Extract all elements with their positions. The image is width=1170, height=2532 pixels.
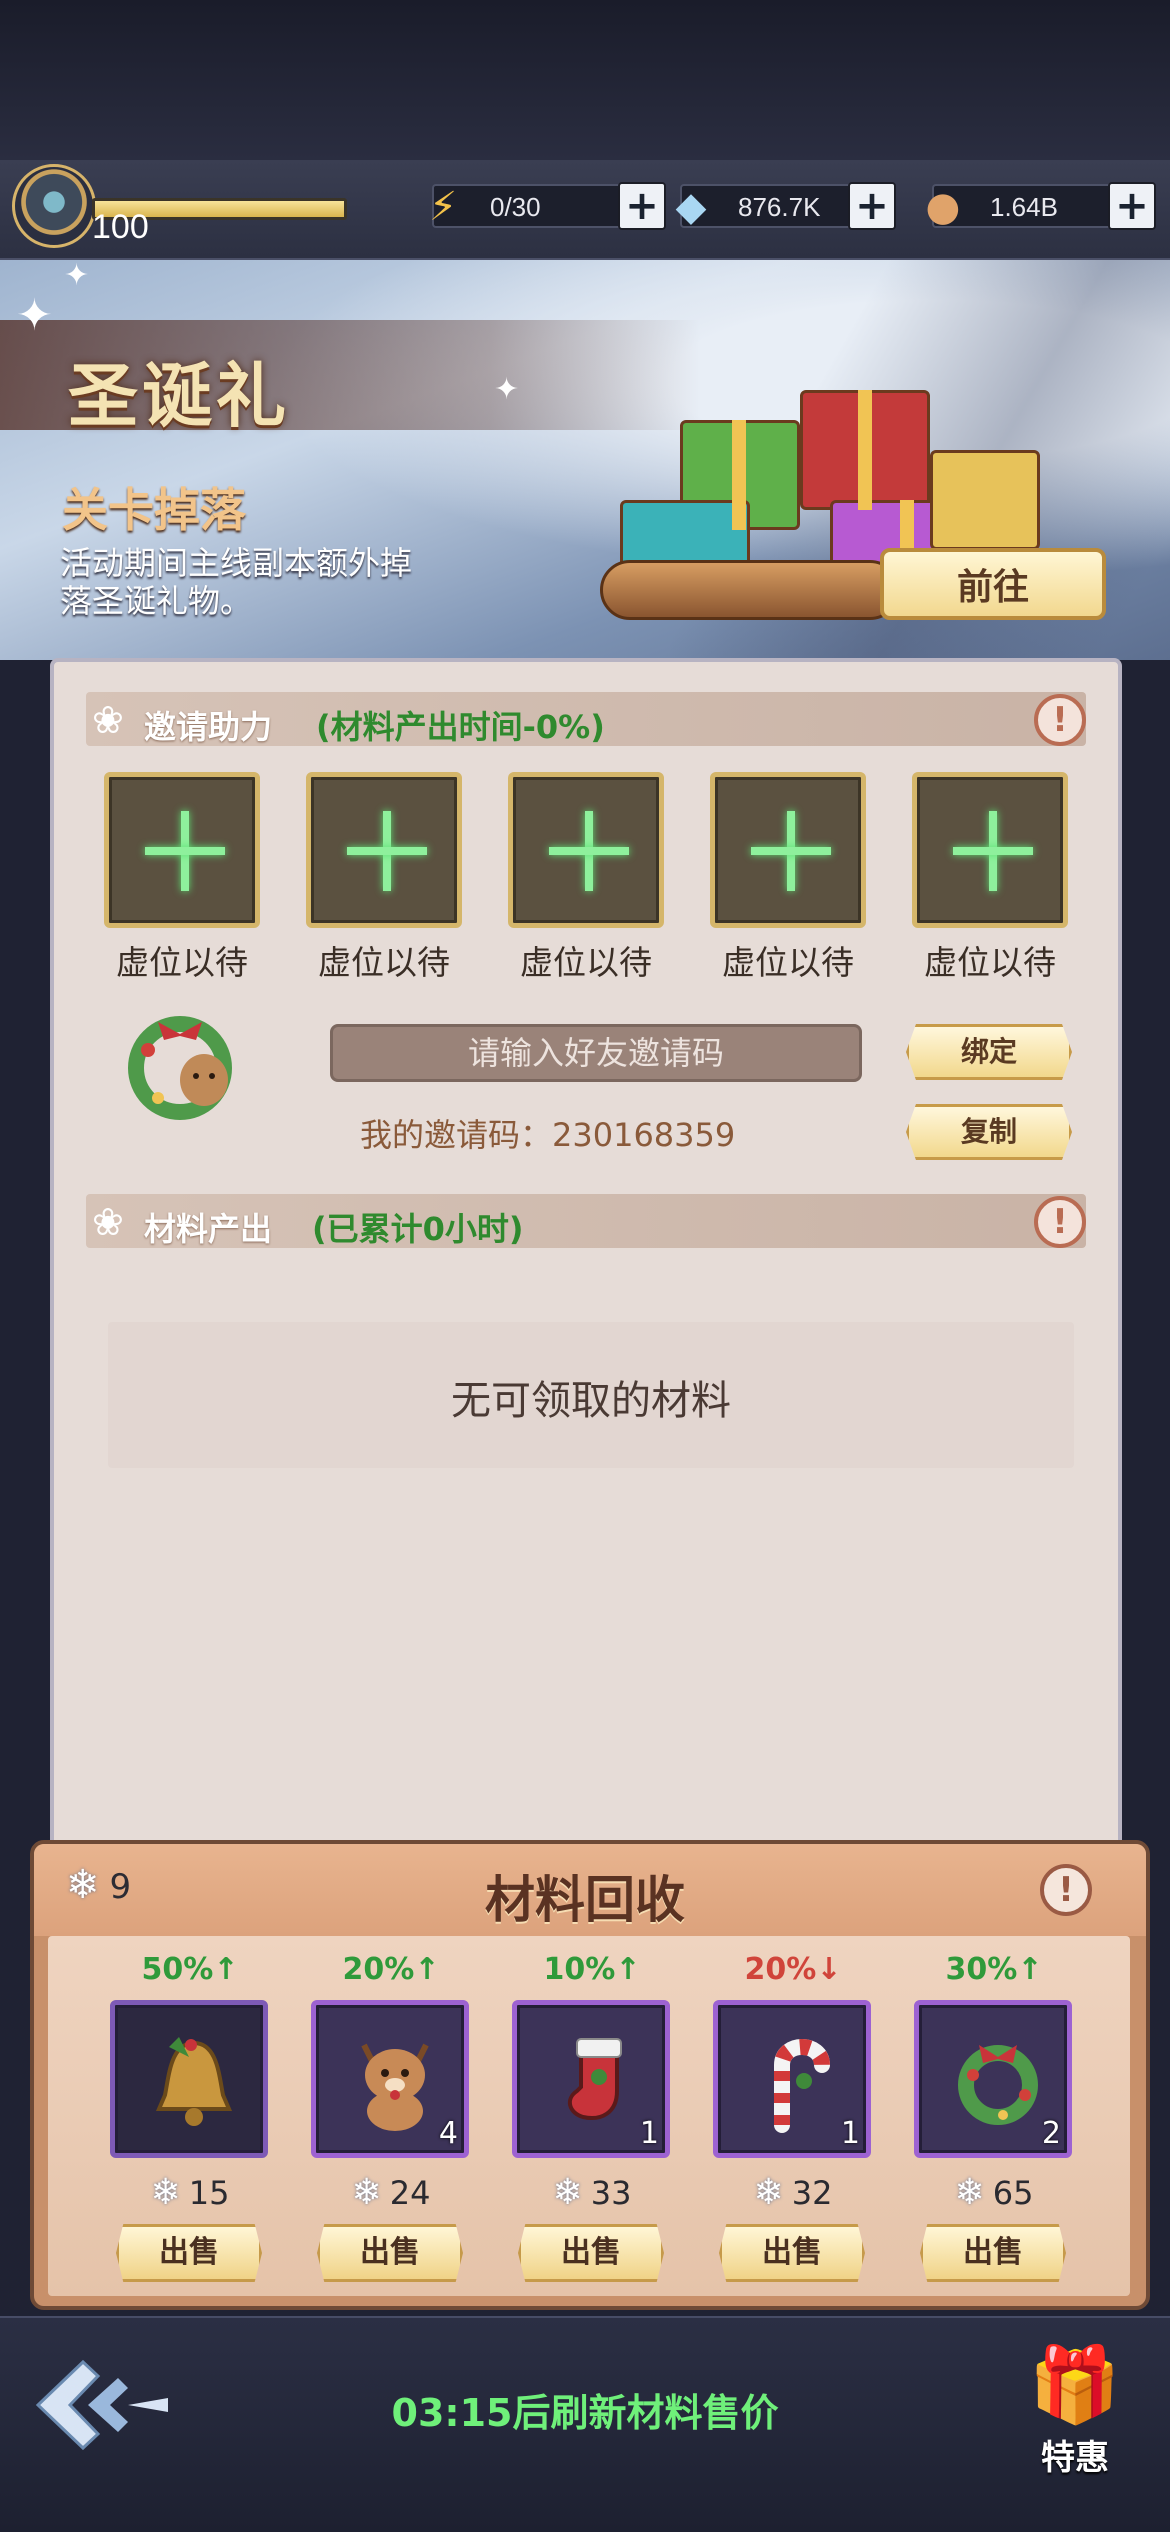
special-offer-button[interactable]: 🎁 特惠 [1010,2340,1140,2490]
item-slot-reindeer[interactable]: 4 [311,2000,469,2158]
output-title: 材料产出 [144,1210,273,1248]
energy-counter: ⚡ 0/30 + [429,182,666,230]
event-subtitle: 关卡掉落 [62,483,246,537]
sparkle-icon: ✦ [64,258,90,293]
diamond-icon: ◆ [675,184,707,230]
sparkle-icon: ✦ [16,290,53,341]
item-quantity: 1 [639,2116,659,2151]
item-price: ❄ 65 [914,2172,1074,2213]
item-price-value: 32 [791,2174,833,2212]
snowflake-icon: ❄ [954,2172,985,2213]
sell-button[interactable]: 出售 [920,2224,1066,2282]
my-invite-code: 我的邀请码：230168359 [360,1116,736,1154]
add-energy-button[interactable]: + [618,182,666,230]
gift-box-icon: 🎁 [1028,2342,1122,2428]
diamond-counter: ◆ 876.7K + [676,182,896,230]
add-diamond-button[interactable]: + [848,182,896,230]
price-change: 20%↓ [744,1952,842,1987]
invite-slot[interactable] [508,772,664,928]
snowflake-icon: ❄ [753,2172,784,2213]
output-info-button[interactable]: ! [1034,1196,1086,1248]
event-description: 活动期间主线副本额外掉落圣诞礼物。 [60,544,413,620]
item-quantity: 1 [840,2116,860,2151]
invite-info-button[interactable]: ! [1034,694,1086,746]
energy-value: 0/30 [490,192,541,222]
item-price-value: 33 [590,2174,632,2212]
wreath-reindeer-icon [128,1016,232,1120]
item-slot-bell[interactable] [110,2000,268,2158]
sell-button[interactable]: 出售 [317,2224,463,2282]
output-accumulated-note: (已累计0小时) [312,1210,524,1248]
item-slot-wreath[interactable]: 2 [914,2000,1072,2158]
price-change: 50%↑ [141,1952,239,1987]
output-empty-text: 无可领取的材料 [451,1378,731,1424]
item-slot-stocking[interactable]: 1 [512,2000,670,2158]
bind-button[interactable]: 绑定 [906,1024,1072,1080]
invite-slot-label: 虚位以待 [520,943,652,982]
invite-slot-label: 虚位以待 [924,943,1056,982]
sled-icon [600,560,900,620]
sell-button[interactable]: 出售 [116,2224,262,2282]
price-change: 30%↑ [945,1952,1043,1987]
recycle-title: 材料回收 [485,1871,685,1929]
snowflake-icon: ❄ [351,2172,382,2213]
bell-icon [139,2025,249,2135]
price-change: 10%↑ [543,1952,641,1987]
candy-cane-icon [742,2025,852,2135]
invite-slot-label: 虚位以待 [318,943,450,982]
item-quantity: 2 [1041,2116,1061,2151]
item-price: ❄ 24 [311,2172,471,2213]
item-price: ❄ 15 [110,2172,270,2213]
coin-value: 1.64B [990,192,1058,222]
reindeer-icon [340,2025,450,2135]
fleur-icon: ❀ [92,1200,124,1244]
fleur-icon: ❀ [92,698,124,742]
coin-counter: ● 1.64B + [926,182,1156,230]
invite-slot[interactable] [104,772,260,928]
invite-bonus-note: (材料产出时间-0%) [316,708,605,746]
item-slot-candy-cane[interactable]: 1 [713,2000,871,2158]
sell-button[interactable]: 出售 [518,2224,664,2282]
invite-slot[interactable] [710,772,866,928]
invite-slot[interactable] [306,772,462,928]
goto-button[interactable]: 前往 [880,548,1106,620]
lightning-icon: ⚡ [428,184,458,230]
invite-section-header: ❀ 邀请助力 (材料产出时间-0%) ! [86,692,1086,746]
coin-icon: ● [925,184,961,230]
player-level: 100 [92,208,149,246]
diamond-value: 876.7K [738,192,821,222]
item-price: ❄ 33 [512,2172,672,2213]
snowflake-icon: ❄ [150,2172,181,2213]
price-change: 20%↑ [342,1952,440,1987]
wreath-icon [943,2025,1053,2135]
item-price-value: 15 [188,2174,230,2212]
output-section-header: ❀ 材料产出 (已累计0小时) ! [86,1194,1086,1248]
add-coin-button[interactable]: + [1108,182,1156,230]
price-refresh-timer: 03:15后刷新材料售价 [391,2391,779,2435]
invite-slot[interactable] [912,772,1068,928]
snowflake-icon: ❄ [552,2172,583,2213]
invite-slot-label: 虚位以待 [116,943,248,982]
item-price-value: 65 [992,2174,1034,2212]
stocking-icon [541,2025,651,2135]
sparkle-icon: ✦ [494,372,520,407]
item-quantity: 4 [438,2116,458,2151]
item-price-value: 24 [389,2174,431,2212]
event-title: 圣诞礼 [68,354,290,437]
copy-button[interactable]: 复制 [906,1104,1072,1160]
sell-button[interactable]: 出售 [719,2224,865,2282]
level-emblem-icon[interactable] [12,164,96,248]
invite-code-input[interactable]: 请输入好友邀请码 [330,1024,862,1082]
item-price: ❄ 32 [713,2172,873,2213]
invite-title: 邀请助力 [144,708,273,746]
special-offer-label: 特惠 [1041,2438,1109,2478]
invite-slot-label: 虚位以待 [722,943,854,982]
top-background [0,0,1170,160]
recycle-info-button[interactable]: ! [1040,1864,1092,1916]
